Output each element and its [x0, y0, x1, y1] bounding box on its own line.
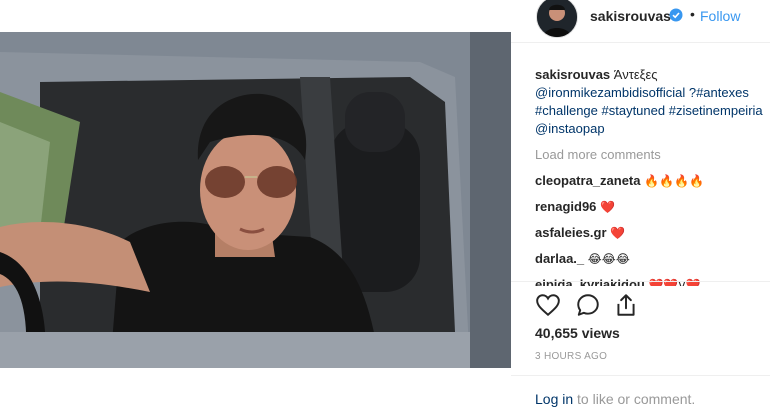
post-sidebar: sakisrouvas • Follow sakisrouvas Άντεξες…: [511, 0, 770, 407]
post-header: sakisrouvas • Follow: [511, 0, 770, 42]
comment-text: ❤️: [610, 226, 626, 240]
avatar[interactable]: [536, 0, 578, 38]
divider: [511, 375, 770, 376]
comment-username[interactable]: darlaa._: [535, 251, 584, 266]
separator-dot: •: [690, 6, 695, 22]
caption-text: Άντεξες: [613, 67, 658, 82]
comment-username[interactable]: asfaleies.gr: [535, 225, 607, 240]
comment-text: 🔥🔥🔥🔥: [644, 174, 704, 188]
comment-username[interactable]: renagid96: [535, 199, 596, 214]
divider: [511, 281, 770, 282]
caption-hashtags-line[interactable]: #challenge #staytuned #zisetinempeiria: [535, 102, 770, 120]
view-count[interactable]: 40,655 views: [535, 325, 620, 341]
comment-icon[interactable]: [575, 292, 601, 318]
follow-button[interactable]: Follow: [700, 8, 740, 24]
caption-mention-instaopap[interactable]: @instaopap: [535, 120, 770, 138]
divider: [511, 42, 770, 43]
comment-text: 😂😂😂: [587, 252, 630, 266]
post-timestamp[interactable]: 3 HOURS AGO: [535, 351, 607, 362]
comment-username[interactable]: cleopatra_zaneta: [535, 173, 641, 188]
heart-icon[interactable]: [535, 292, 561, 318]
comment-item: renagid96 ❤️: [535, 198, 770, 216]
share-icon[interactable]: [613, 292, 639, 318]
comment-item: asfaleies.gr ❤️: [535, 224, 770, 242]
post-caption: sakisrouvas Άντεξες: [535, 66, 770, 84]
username-link[interactable]: sakisrouvas: [590, 8, 671, 24]
caption-username[interactable]: sakisrouvas: [535, 67, 610, 82]
comment-item: cleopatra_zaneta 🔥🔥🔥🔥: [535, 172, 770, 190]
caption-mention-line[interactable]: @ironmikezambidisofficial ?#antexes: [535, 84, 770, 102]
comment-text: ❤️❤️v❤️: [648, 278, 701, 286]
comment-item: darlaa._ 😂😂😂: [535, 250, 770, 268]
verified-badge-icon: [669, 8, 683, 22]
avatar-image: [537, 0, 577, 37]
load-more-comments-button[interactable]: Load more comments: [535, 146, 770, 164]
comments-list: sakisrouvas Άντεξες @ironmikezambidisoff…: [535, 66, 770, 286]
post-video[interactable]: [0, 32, 511, 368]
video-frame-image: [0, 32, 511, 368]
comment-text: ❤️: [600, 200, 615, 214]
